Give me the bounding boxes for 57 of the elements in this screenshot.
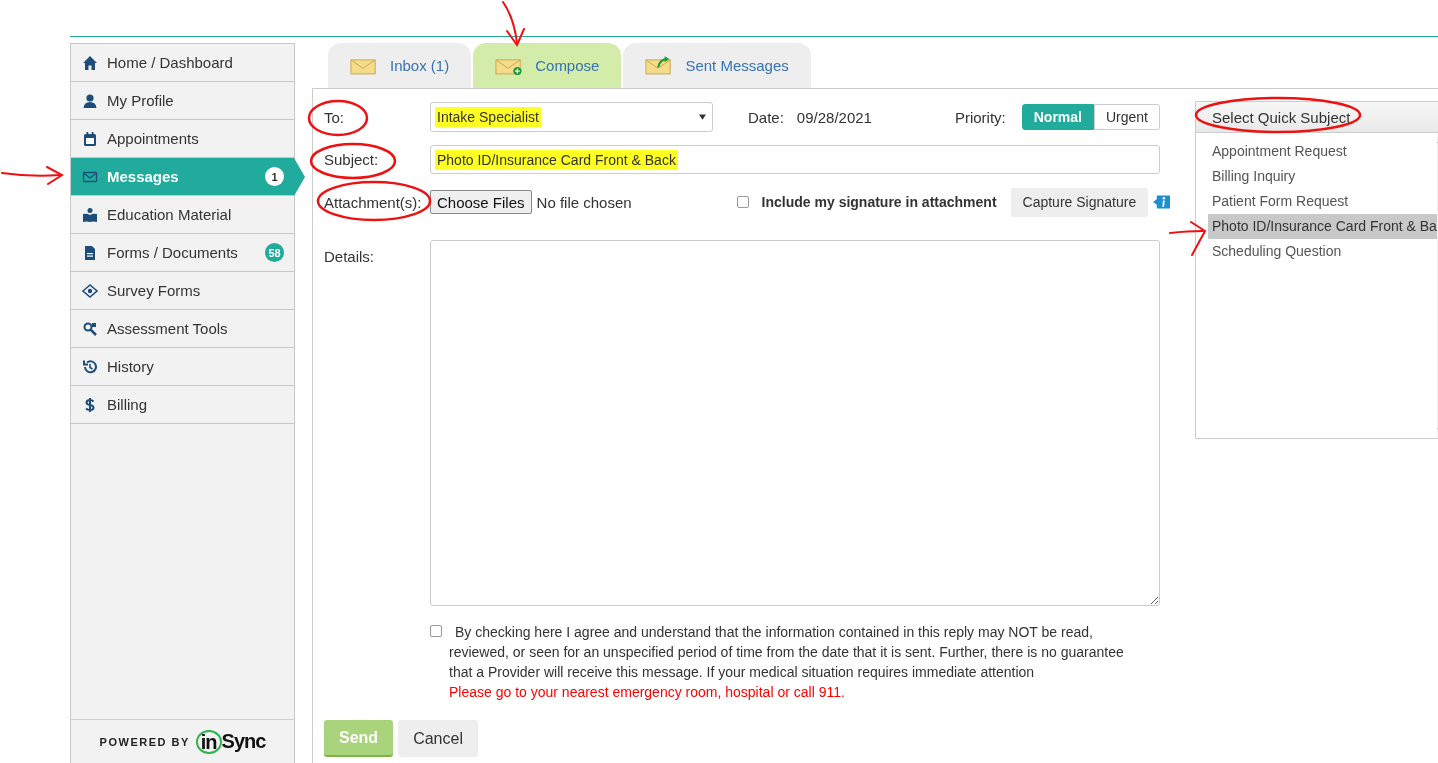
file-status-text: No file chosen — [536, 193, 632, 211]
calendar-icon — [82, 130, 98, 147]
sidebar-item[interactable]: Home / Dashboard — [71, 44, 294, 82]
cancel-button[interactable]: Cancel — [398, 720, 478, 757]
agreement-checkbox[interactable] — [430, 625, 442, 637]
field-label: Date: — [748, 108, 784, 126]
field-label: Priority: — [954, 108, 1006, 126]
annotation-circle — [307, 99, 369, 137]
envelope-share-icon — [645, 56, 674, 75]
checkbox-label: Include my signature in attachment — [761, 194, 997, 210]
sidebar-item[interactable]: Assessment Tools — [71, 310, 294, 348]
quick-subject-header: Select Quick Subject — [1196, 102, 1438, 133]
sidebar-item[interactable]: Billing — [71, 386, 294, 424]
capture-signature-button[interactable]: Capture Signature — [1010, 187, 1149, 217]
book-icon — [82, 206, 98, 223]
document-icon — [82, 244, 98, 261]
choose-files-button[interactable]: Choose Files — [430, 190, 532, 214]
date-value: 09/28/2021 — [796, 108, 872, 126]
tab[interactable]: Inbox (1) — [328, 43, 472, 88]
agreement-text: By checking here I agree and understand that the information contained in this reply may NOT be read, reviewed, or seen for an unspecified period of time from the date that it is sent. Further, there is no guarantee that a Provider will receive this message. If your medical situation requires immediate attention — [449, 623, 1125, 682]
sidebar-item[interactable]: Survey Forms — [71, 272, 294, 310]
sidebar-item[interactable]: History — [71, 348, 294, 386]
warning-text: Please go to your nearest emergency room, hospital or call 911. — [449, 683, 846, 702]
quick-subject-item[interactable]: Appointment Request — [1196, 139, 1437, 164]
recipient-dropdown[interactable]: Intake Specialist — [430, 102, 713, 132]
subject-field[interactable]: Photo ID/Insurance Card Front & Back — [430, 145, 1160, 174]
sidebar-item[interactable]: Education Material — [71, 196, 294, 234]
annotation-arrow — [1, 166, 64, 185]
count-badge: 1 — [265, 167, 284, 186]
field-label: To: — [324, 108, 344, 126]
signature-checkbox[interactable] — [736, 196, 749, 208]
envelope-plus-icon — [495, 56, 524, 75]
user-icon — [82, 92, 98, 109]
field-label: Details: — [324, 248, 375, 265]
quick-subject-item[interactable]: Billing Inquiry — [1196, 164, 1437, 189]
envelope-icon — [350, 56, 378, 75]
tab[interactable]: Sent Messages — [623, 43, 811, 88]
info-icon[interactable] — [1153, 194, 1171, 210]
quick-subject-item[interactable]: Photo ID/Insurance Card Front & Ba — [1208, 214, 1437, 239]
count-badge: 58 — [265, 243, 284, 262]
field-label: Subject: — [324, 151, 379, 168]
insync-logo: in Sync — [195, 729, 266, 754]
field-label: Attachment(s): — [324, 193, 422, 211]
sidebar-item[interactable]: My Profile — [71, 82, 294, 120]
quick-subject-item[interactable]: Patient Form Request — [1196, 189, 1437, 214]
tools-icon — [82, 320, 98, 337]
annotation-arrow — [502, 1, 525, 47]
quick-subject-item[interactable]: Scheduling Question — [1196, 239, 1437, 264]
sidebar-item[interactable]: Forms / Documents 58 — [71, 234, 294, 272]
eye-icon — [82, 282, 98, 299]
caret-icon — [699, 114, 706, 120]
home-icon — [82, 54, 98, 71]
priority-option[interactable]: Urgent — [1093, 104, 1160, 130]
details-field[interactable] — [430, 240, 1160, 606]
tab[interactable]: Compose — [473, 43, 622, 88]
history-icon — [82, 358, 98, 375]
powered-by-text: POWERED BY — [99, 735, 190, 748]
